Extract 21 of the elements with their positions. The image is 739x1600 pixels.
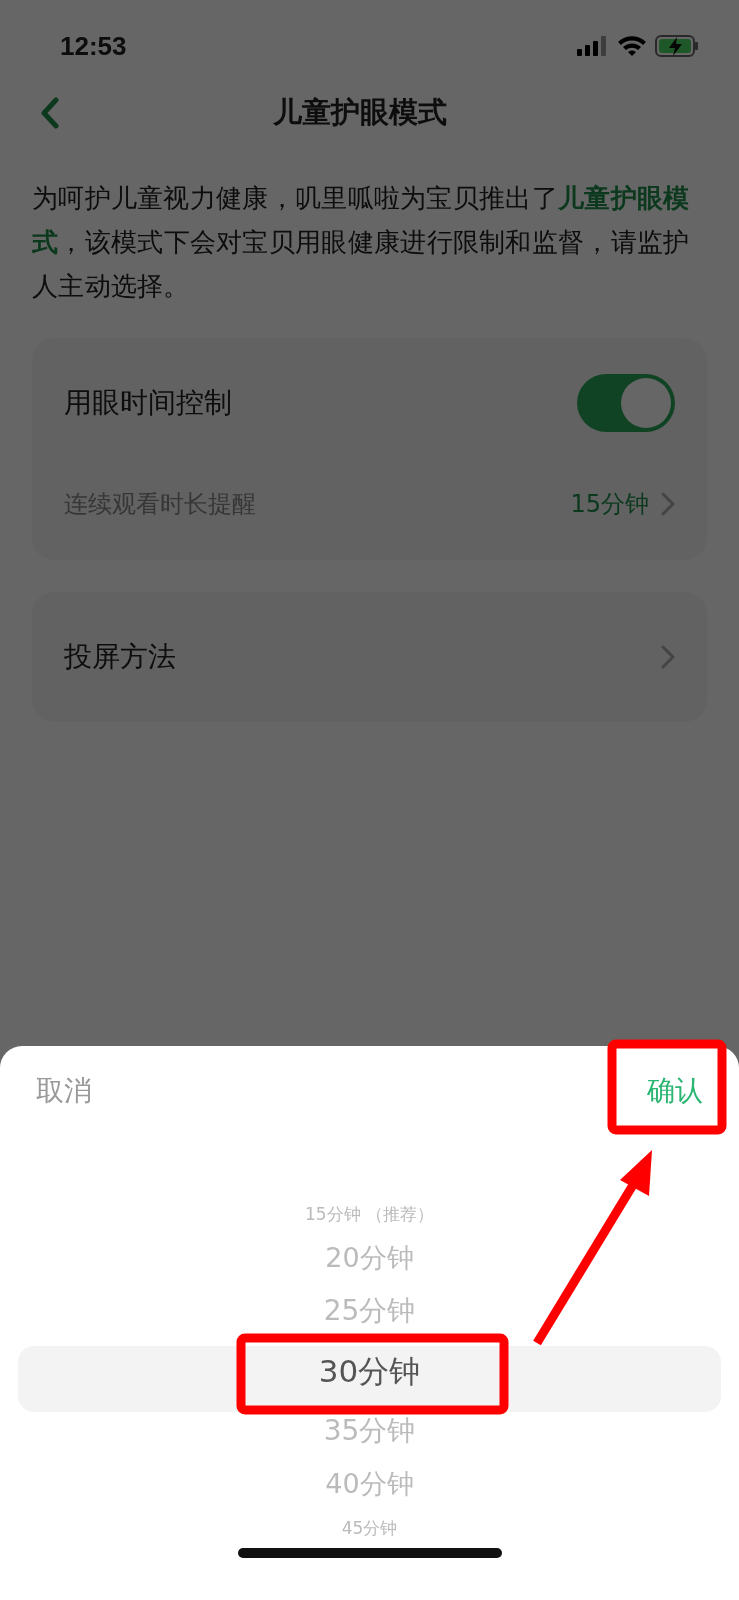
picker-option[interactable]: 25分钟: [323, 1284, 416, 1338]
cancel-button[interactable]: 取消: [36, 1072, 92, 1110]
setting-value: 15分钟: [570, 489, 649, 520]
toggle-switch[interactable]: [577, 374, 675, 432]
chevron-icon: [661, 492, 675, 516]
status-time: 12:53: [60, 30, 127, 62]
wifi-icon: [617, 35, 647, 57]
setting-label: 用眼时间控制: [64, 385, 232, 421]
chevron-icon: [661, 645, 675, 669]
intro-paragraph: 为呵护儿童视力健康，叽里呱啦为宝贝推出了儿童护眼模式，该模式下会对宝贝用眼健康进行限制和监督，请监护人主动选择。: [32, 182, 691, 303]
picker-option[interactable]: 20分钟: [325, 1232, 414, 1284]
picker-option[interactable]: 45分钟: [341, 1510, 398, 1546]
page-title: 儿童护眼模式: [271, 94, 448, 131]
picker-option[interactable]: 40分钟: [325, 1458, 414, 1510]
battery-charging-icon: [655, 35, 699, 57]
signal-icon: [577, 36, 609, 56]
picker-option[interactable]: 15分钟 （推荐）: [304, 1196, 434, 1232]
confirm-button[interactable]: 确认: [647, 1072, 703, 1110]
setting-label[interactable]: 投屏方法: [64, 638, 176, 676]
picker-option[interactable]: 35分钟: [323, 1404, 416, 1458]
back-icon[interactable]: [40, 97, 60, 129]
